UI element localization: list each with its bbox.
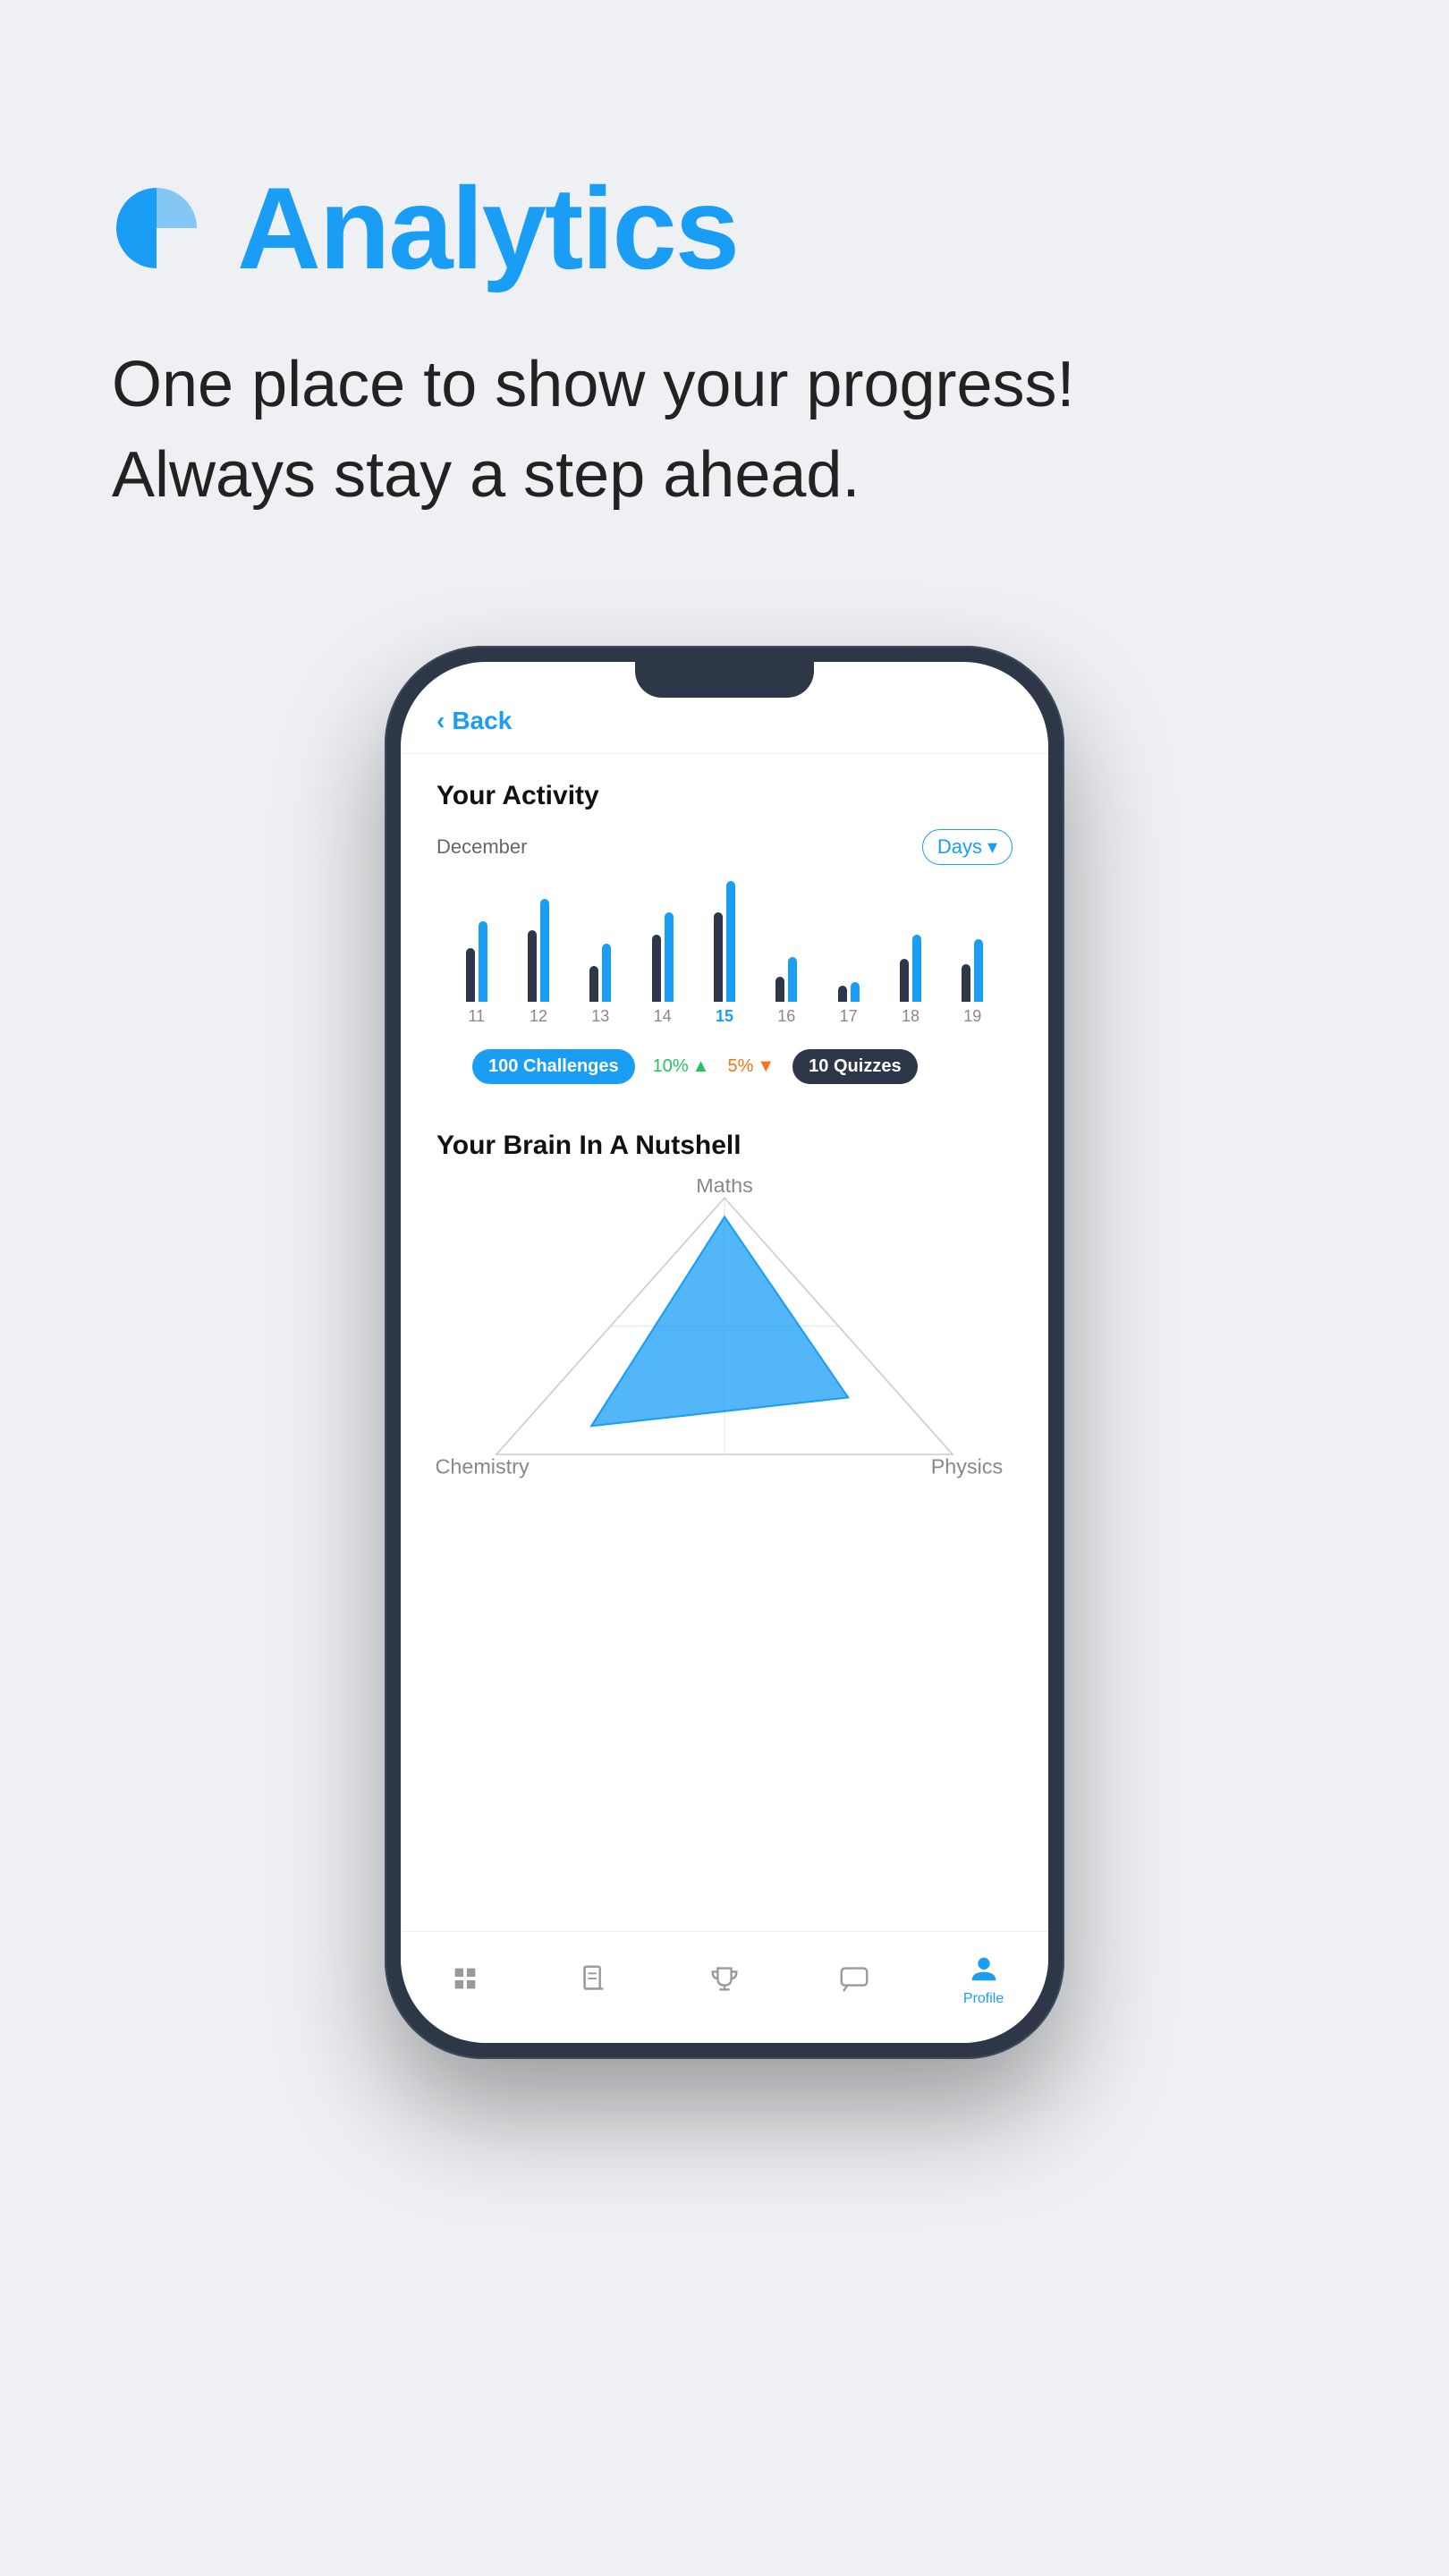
bar-dark — [714, 912, 723, 1002]
header-section: Analytics One place to show your progres… — [0, 0, 1449, 574]
bar-dark — [652, 935, 661, 1002]
month-label: December — [436, 835, 527, 859]
bar-label: 14 — [654, 1007, 672, 1026]
profile-icon — [965, 1950, 1003, 1987]
change-down: 5% ▼ — [727, 1056, 775, 1077]
back-chevron-icon: ‹ — [436, 707, 445, 735]
bar-blue — [974, 939, 983, 1002]
book-icon — [576, 1960, 614, 1997]
bar-group-17: 17 — [818, 877, 879, 1026]
home-icon — [446, 1960, 484, 1997]
nav-item-lessons[interactable] — [530, 1960, 660, 1997]
stats-row: 100 Challenges 10% ▲ 5% ▼ 10 — [436, 1038, 1013, 1095]
bar-label: 19 — [963, 1007, 981, 1026]
activity-title: Your Activity — [436, 781, 1013, 811]
bar-blue — [726, 881, 735, 1002]
phone-screen: ‹ Back Your Activity December Days ▾ — [401, 662, 1048, 2043]
bar-group-14: 14 — [631, 877, 693, 1026]
subtitle: One place to show your progress! Always … — [112, 340, 1337, 521]
days-selector[interactable]: Days ▾ — [922, 829, 1013, 865]
bar-group-13: 13 — [570, 877, 631, 1026]
nav-item-profile[interactable]: Profile — [919, 1950, 1048, 2007]
radar-chart: Maths Chemistry Physics — [436, 1179, 1013, 1483]
down-percentage: 5% — [727, 1056, 753, 1077]
bar-dark — [838, 986, 847, 1002]
title-row: Analytics — [112, 161, 1337, 295]
bar-label: 17 — [840, 1007, 858, 1026]
svg-text:Physics: Physics — [931, 1454, 1003, 1478]
chat-icon — [835, 1960, 873, 1997]
bar-label: 18 — [902, 1007, 919, 1026]
svg-text:Maths: Maths — [696, 1179, 753, 1197]
bar-chart: 11 12 — [436, 883, 1013, 1026]
bar-group-11: 11 — [445, 877, 507, 1026]
down-arrow-icon: ▼ — [757, 1056, 775, 1077]
chevron-down-icon: ▾ — [987, 835, 997, 859]
challenges-label: Challenges — [523, 1056, 619, 1076]
quizzes-count: 10 — [809, 1056, 828, 1076]
bar-dark — [775, 977, 784, 1002]
screen-content: Your Activity December Days ▾ — [401, 754, 1048, 1931]
trophy-icon — [706, 1960, 743, 1997]
phone-mockup: ‹ Back Your Activity December Days ▾ — [0, 646, 1449, 2148]
bar-dark — [962, 964, 970, 1002]
bar-group-15: 15 — [693, 877, 755, 1026]
bar-blue — [602, 944, 611, 1002]
bottom-nav: Profile — [401, 1931, 1048, 2043]
bar-dark — [589, 966, 598, 1002]
nav-item-chat[interactable] — [789, 1960, 919, 1997]
bar-dark — [466, 948, 475, 1002]
nav-item-home[interactable] — [401, 1960, 530, 1997]
page-title: Analytics — [237, 161, 738, 295]
quizzes-label: Quizzes — [834, 1056, 902, 1076]
bar-label: 12 — [530, 1007, 547, 1026]
bar-label-active: 15 — [716, 1007, 733, 1026]
bar-blue — [912, 935, 921, 1002]
bar-label: 13 — [591, 1007, 609, 1026]
profile-nav-label: Profile — [963, 1991, 1004, 2007]
nav-item-trophy[interactable] — [660, 1960, 790, 1997]
back-link[interactable]: ‹ Back — [436, 707, 1013, 735]
up-percentage: 10% — [653, 1056, 689, 1077]
back-text: Back — [452, 707, 512, 735]
bar-blue — [479, 921, 487, 1002]
change-up: 10% ▲ — [653, 1056, 710, 1077]
bar-group-16: 16 — [756, 877, 818, 1026]
brain-section: Your Brain In A Nutshell — [401, 1122, 1048, 1501]
challenges-badge: 100 Challenges — [472, 1049, 635, 1084]
bar-group-12: 12 — [507, 877, 569, 1026]
challenges-count: 100 — [488, 1056, 518, 1076]
bar-dark — [900, 959, 909, 1002]
phone-notch — [635, 662, 814, 698]
bar-blue — [851, 982, 860, 1002]
bar-dark — [528, 930, 537, 1002]
bar-blue — [788, 957, 797, 1002]
bar-blue — [665, 912, 674, 1002]
bar-blue — [540, 899, 549, 1002]
days-label: Days — [937, 835, 982, 859]
brain-title: Your Brain In A Nutshell — [436, 1131, 1013, 1161]
radar-svg: Maths Chemistry Physics — [436, 1179, 1013, 1483]
bar-group-19: 19 — [942, 877, 1004, 1026]
svg-text:Chemistry: Chemistry — [436, 1454, 530, 1478]
bar-label: 11 — [468, 1007, 485, 1026]
up-arrow-icon: ▲ — [692, 1056, 710, 1077]
month-filter-row: December Days ▾ — [436, 829, 1013, 865]
phone-outer: ‹ Back Your Activity December Days ▾ — [385, 646, 1064, 2059]
quizzes-badge: 10 Quizzes — [792, 1049, 917, 1084]
activity-section: Your Activity December Days ▾ — [401, 754, 1048, 1122]
bar-label: 16 — [777, 1007, 795, 1026]
pie-chart-icon — [112, 183, 201, 273]
bar-group-18: 18 — [879, 877, 941, 1026]
